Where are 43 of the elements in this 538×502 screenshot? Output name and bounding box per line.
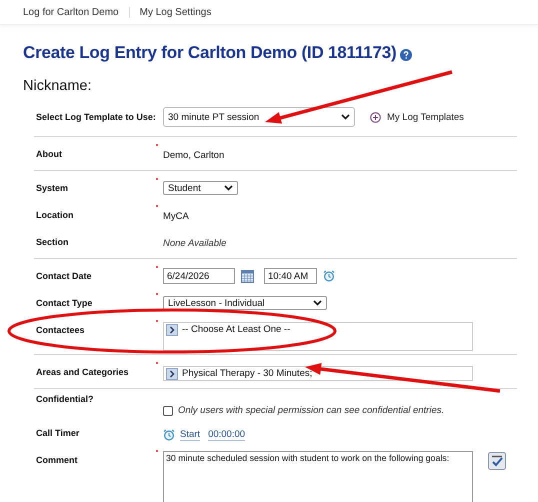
field-label: Location [36, 209, 74, 220]
expand-icon[interactable] [166, 368, 178, 380]
dropdown[interactable]: Student [163, 181, 238, 195]
help-icon[interactable] [400, 48, 412, 60]
field-label: About [36, 148, 63, 159]
checkbox-text: Only users with special permission can see confidential entries. [178, 405, 444, 416]
expand-icon[interactable] [166, 324, 178, 336]
field-label: Select Log Template to Use: [36, 112, 157, 122]
start-link[interactable]: Start [180, 429, 200, 441]
field-label: System [36, 182, 70, 193]
time-field[interactable]: 10:40 AM [264, 268, 317, 284]
add-icon[interactable] [370, 112, 381, 122]
field-label: Contact Date [36, 270, 93, 281]
field-label: Contact Type [36, 297, 94, 308]
field-label: Areas and Categories [36, 366, 130, 377]
field-value: None Available [163, 237, 226, 249]
nav-link[interactable]: My Log Settings [140, 6, 212, 18]
field-label: Contactees [36, 324, 86, 335]
my-log-templates-link[interactable]: My Log Templates [387, 112, 464, 122]
alarm-clock-icon[interactable] [323, 270, 335, 282]
field-label: Section [36, 236, 70, 247]
field-value: Demo, Carlton [163, 149, 224, 161]
calendar-icon[interactable] [241, 270, 254, 282]
checkbox[interactable] [163, 406, 173, 416]
alarm-clock-icon[interactable] [163, 429, 175, 441]
comment-field[interactable]: 30 minute scheduled session with student to work on the following goals: [163, 451, 473, 502]
picker-field[interactable]: Physical Therapy - 30 Minutes; [163, 366, 473, 380]
picker-field[interactable]: -- Choose At Least One -- [163, 322, 473, 351]
timer-link[interactable]: 00:00:00 [208, 429, 246, 441]
dropdown[interactable]: LiveLesson - Individual [163, 296, 327, 310]
field-label: Comment [36, 454, 79, 465]
date-field[interactable]: 6/24/2026 [163, 268, 235, 284]
template-select[interactable]: 30 minute PT session [163, 107, 355, 127]
chevron-icon [313, 300, 322, 306]
field-label: Confidential? [36, 393, 94, 404]
field-label: Call Timer [36, 427, 80, 438]
chevron-icon [224, 185, 233, 191]
page-title: Create Log Entry for Carlton Demo (ID 1811173) [23, 43, 396, 63]
chevron-icon [341, 114, 350, 120]
spellcheck-icon[interactable] [488, 452, 506, 470]
nav-link[interactable]: Log for Carlton Demo [23, 6, 119, 18]
field-value: MyCA [163, 210, 189, 222]
nickname-label: Nickname: [23, 78, 92, 94]
